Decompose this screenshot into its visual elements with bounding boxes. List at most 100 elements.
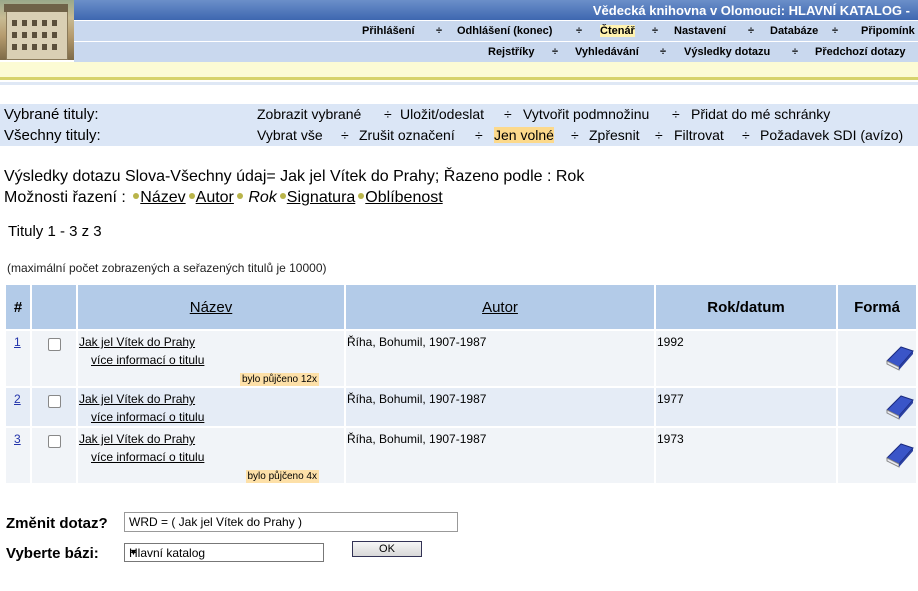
all-titles-bar: Všechny tituly: Vybrat vše ÷ Zrušit ozna… — [0, 125, 918, 146]
more-info-link[interactable]: více informací o titulu — [91, 410, 344, 424]
nav-login[interactable]: Přihlášení — [362, 25, 415, 37]
nav-separator: ÷ — [748, 25, 755, 37]
book-icon[interactable] — [883, 392, 915, 420]
nav-reader[interactable]: Čtenář — [600, 25, 635, 37]
add-to-box-link[interactable]: Přidat do mé schránky — [691, 106, 830, 122]
table-row: 3 Jak jel Vítek do Prahy více informací … — [6, 428, 916, 483]
bullet-icon — [188, 193, 195, 200]
action-separator: ÷ — [742, 127, 750, 143]
all-titles-label: Všechny tituly: — [4, 127, 101, 144]
action-separator: ÷ — [341, 127, 349, 143]
title-link[interactable]: Jak jel Vítek do Prahy — [79, 432, 195, 446]
borrow-count-badge: bylo půjčeno 4x — [245, 470, 319, 483]
base-select[interactable]: Hlavní katalog ▼ — [124, 543, 324, 562]
nav-settings[interactable]: Nastavení — [674, 25, 726, 37]
sort-author-header[interactable]: Autor — [482, 299, 518, 316]
row-number-cell: 2 — [6, 388, 30, 426]
sdi-request-link[interactable]: Požadavek SDI (avízo) — [760, 127, 903, 143]
sort-options: Možnosti řazení : Název Autor Rok Signatur… — [4, 189, 443, 207]
selected-titles-bar: Vybrané tituly: Zobrazit vybrané ÷ Uloži… — [0, 104, 918, 125]
bullet-icon — [279, 193, 286, 200]
format-cell — [838, 331, 916, 386]
sort-by-popularity[interactable]: Oblíbenost — [365, 189, 442, 206]
yellow-band — [0, 62, 918, 77]
nav-separator: ÷ — [576, 25, 583, 37]
nav-indexes[interactable]: Rejstříky — [488, 46, 534, 58]
create-subset-link[interactable]: Vytvořit podmnožinu — [523, 106, 649, 122]
format-cell — [838, 428, 916, 483]
library-logo — [0, 0, 74, 60]
format-cell — [838, 388, 916, 426]
nav-separator: ÷ — [832, 25, 839, 37]
nav-databases[interactable]: Databáze — [770, 25, 818, 37]
col-title: Název — [78, 285, 344, 329]
page-title: Vědecká knihovna v Olomouci: HLAVNÍ KATA… — [592, 3, 910, 18]
nav-row-secondary: Rejstříky ÷ Vyhledávání ÷ Výsledky dotaz… — [74, 42, 918, 62]
choose-base-label: Vyberte bázi: — [6, 545, 99, 562]
sort-label: Možnosti řazení : — [4, 189, 126, 206]
refine-link[interactable]: Zpřesnit — [589, 127, 640, 143]
nav-separator: ÷ — [552, 46, 559, 58]
title-link[interactable]: Jak jel Vítek do Prahy — [79, 335, 195, 349]
available-only-link[interactable]: Jen volné — [494, 127, 554, 143]
more-info-link[interactable]: více informací o titulu — [91, 353, 344, 367]
action-separator: ÷ — [504, 106, 512, 122]
selected-titles-label: Vybrané tituly: — [4, 106, 99, 123]
nav-results[interactable]: Výsledky dotazu — [684, 46, 770, 58]
nav-comments[interactable]: Připomínk — [861, 25, 915, 37]
row-number-cell: 1 — [6, 331, 30, 386]
sort-title-header[interactable]: Název — [190, 299, 233, 316]
row-select-cell — [32, 428, 76, 483]
title-cell: Jak jel Vítek do Prahy více informací o … — [78, 331, 344, 386]
results-table: # Název Autor Rok/datum Formá 1 Jak jel … — [4, 283, 918, 485]
row-number-link[interactable]: 1 — [14, 335, 21, 349]
filter-link[interactable]: Filtrovat — [674, 127, 724, 143]
year-cell: 1977 — [656, 388, 836, 426]
row-checkbox[interactable] — [47, 338, 61, 351]
show-selected-link[interactable]: Zobrazit vybrané — [257, 106, 361, 122]
title-cell: Jak jel Vítek do Prahy více informací o … — [78, 388, 344, 426]
book-icon[interactable] — [883, 343, 915, 371]
year-cell: 1992 — [656, 331, 836, 386]
row-number-link[interactable]: 3 — [14, 432, 21, 446]
title-link[interactable]: Jak jel Vítek do Prahy — [79, 392, 195, 406]
col-number: # — [6, 285, 30, 329]
yellow-divider — [0, 77, 918, 80]
sort-by-title[interactable]: Název — [140, 189, 185, 206]
sort-by-signature[interactable]: Signatura — [287, 189, 356, 206]
row-number-cell: 3 — [6, 428, 30, 483]
sort-by-author[interactable]: Autor — [196, 189, 234, 206]
author-cell: Říha, Bohumil, 1907-1987 — [346, 388, 654, 426]
book-icon[interactable] — [883, 440, 915, 468]
nav-separator: ÷ — [792, 46, 799, 58]
col-author: Autor — [346, 285, 654, 329]
row-select-cell — [32, 388, 76, 426]
action-separator: ÷ — [571, 127, 579, 143]
nav-previous-queries[interactable]: Předchozí dotazy — [815, 46, 905, 58]
query-title: Výsledky dotazu Slova-Všechny údaj= Jak … — [4, 168, 585, 185]
select-all-link[interactable]: Vybrat vše — [257, 127, 323, 143]
ok-button[interactable]: OK — [352, 541, 422, 557]
header: Vědecká knihovna v Olomouci: HLAVNÍ KATA… — [0, 0, 918, 62]
action-separator: ÷ — [672, 106, 680, 122]
clear-selection-link[interactable]: Zrušit označení — [359, 127, 455, 143]
row-checkbox[interactable] — [47, 435, 61, 448]
more-info-link[interactable]: více informací o titulu — [91, 450, 344, 464]
query-input[interactable] — [124, 512, 458, 532]
nav-row-primary: Přihlášení ÷ Odhlášení (konec) ÷ Čtenář … — [74, 21, 918, 41]
bullet-icon — [236, 193, 243, 200]
nav-logout[interactable]: Odhlášení (konec) — [457, 25, 552, 37]
col-year: Rok/datum — [656, 285, 836, 329]
row-number-link[interactable]: 2 — [14, 392, 21, 406]
save-send-link[interactable]: Uložit/odeslat — [400, 106, 484, 122]
bullet-icon — [358, 193, 365, 200]
title-cell: Jak jel Vítek do Prahy více informací o … — [78, 428, 344, 483]
nav-search[interactable]: Vyhledávání — [575, 46, 639, 58]
author-cell: Říha, Bohumil, 1907-1987 — [346, 428, 654, 483]
action-separator: ÷ — [475, 127, 483, 143]
row-checkbox[interactable] — [47, 395, 61, 408]
nav-separator: ÷ — [436, 25, 443, 37]
action-separator: ÷ — [384, 106, 392, 122]
change-query-label: Změnit dotaz? — [6, 515, 108, 532]
table-row: 1 Jak jel Vítek do Prahy více informací … — [6, 331, 916, 386]
